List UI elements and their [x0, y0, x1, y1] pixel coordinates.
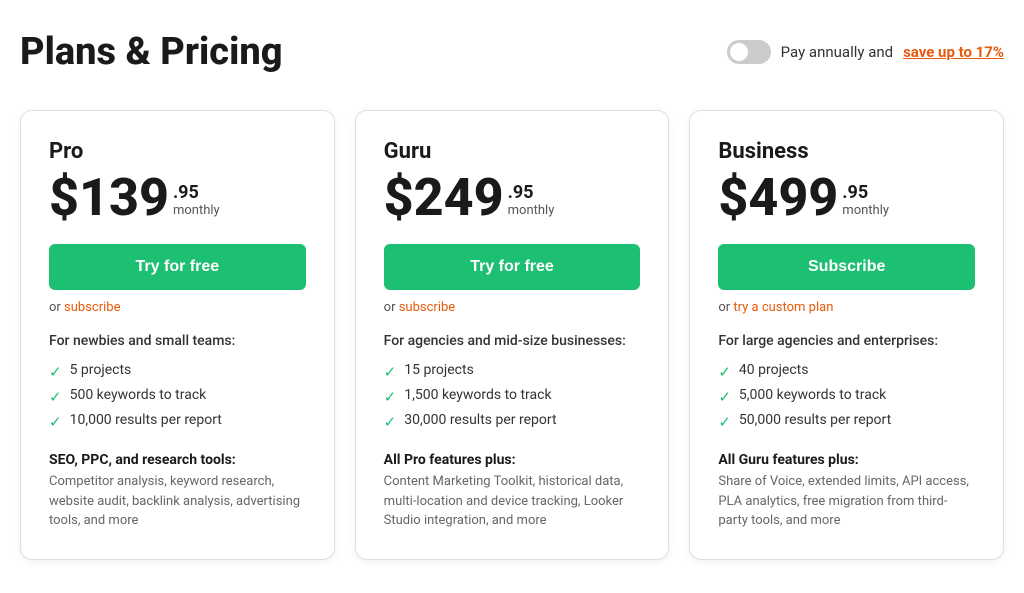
feature-list: ✓ 15 projects ✓ 1,500 keywords to track … [384, 359, 641, 434]
plan-price-row: $499 .95 monthly [718, 172, 975, 224]
feature-text: 15 projects [404, 362, 474, 378]
annual-billing-toggle[interactable] [727, 40, 771, 64]
check-icon: ✓ [49, 413, 62, 431]
plan-card-guru: Guru $249 .95 monthly Try for free or su… [355, 110, 670, 560]
cta-button[interactable]: Try for free [49, 244, 306, 290]
subscribe-link[interactable]: subscribe [64, 300, 120, 315]
price-cents: .95 [842, 182, 889, 203]
feature-item: ✓ 30,000 results per report [384, 409, 641, 434]
feature-text: 40 projects [739, 362, 809, 378]
section-label: SEO, PPC, and research tools: [49, 452, 306, 468]
price-cents: .95 [173, 182, 220, 203]
subscribe-link[interactable]: try a custom plan [733, 300, 833, 315]
section-detail: Content Marketing Toolkit, historical da… [384, 472, 641, 531]
price-cents-period: .95 monthly [842, 182, 889, 224]
check-icon: ✓ [49, 363, 62, 381]
feature-item: ✓ 5,000 keywords to track [718, 384, 975, 409]
feature-item: ✓ 10,000 results per report [49, 409, 306, 434]
plan-price-row: $139 .95 monthly [49, 172, 306, 224]
feature-list: ✓ 40 projects ✓ 5,000 keywords to track … [718, 359, 975, 434]
plan-card-pro: Pro $139 .95 monthly Try for free or sub… [20, 110, 335, 560]
feature-text: 5,000 keywords to track [739, 387, 886, 403]
or-line: or subscribe [384, 300, 641, 315]
subscribe-link[interactable]: subscribe [399, 300, 455, 315]
feature-text: 10,000 results per report [70, 412, 222, 428]
feature-item: ✓ 1,500 keywords to track [384, 384, 641, 409]
feature-text: 5 projects [70, 362, 132, 378]
page-title: Plans & Pricing [20, 30, 283, 74]
page-header: Plans & Pricing Pay annually and save up… [20, 30, 1004, 74]
plans-container: Pro $139 .95 monthly Try for free or sub… [20, 110, 1004, 560]
price-cents-period: .95 monthly [508, 182, 555, 224]
plan-name: Pro [49, 139, 306, 164]
check-icon: ✓ [718, 388, 731, 406]
feature-text: 1,500 keywords to track [404, 387, 551, 403]
feature-text: 30,000 results per report [404, 412, 556, 428]
check-icon: ✓ [384, 388, 397, 406]
feature-item: ✓ 500 keywords to track [49, 384, 306, 409]
feature-item: ✓ 15 projects [384, 359, 641, 384]
check-icon: ✓ [718, 413, 731, 431]
save-label: save up to 17% [903, 43, 1004, 61]
feature-text: 50,000 results per report [739, 412, 891, 428]
plan-description: For newbies and small teams: [49, 333, 306, 349]
price-amount: $499 [718, 172, 838, 224]
section-label: All Guru features plus: [718, 452, 975, 468]
billing-label: Pay annually and [781, 43, 893, 61]
cta-button[interactable]: Try for free [384, 244, 641, 290]
price-cents-period: .95 monthly [173, 182, 220, 224]
check-icon: ✓ [384, 413, 397, 431]
price-period: monthly [508, 203, 555, 218]
feature-item: ✓ 5 projects [49, 359, 306, 384]
price-period: monthly [842, 203, 889, 218]
plan-name: Business [718, 139, 975, 164]
billing-toggle-area: Pay annually and save up to 17% [727, 40, 1004, 64]
check-icon: ✓ [384, 363, 397, 381]
feature-text: 500 keywords to track [70, 387, 207, 403]
price-cents: .95 [508, 182, 555, 203]
or-line: or subscribe [49, 300, 306, 315]
cta-button[interactable]: Subscribe [718, 244, 975, 290]
section-label: All Pro features plus: [384, 452, 641, 468]
plan-description: For large agencies and enterprises: [718, 333, 975, 349]
check-icon: ✓ [49, 388, 62, 406]
price-amount: $139 [49, 172, 169, 224]
section-detail: Share of Voice, extended limits, API acc… [718, 472, 975, 531]
feature-item: ✓ 50,000 results per report [718, 409, 975, 434]
or-line: or try a custom plan [718, 300, 975, 315]
feature-item: ✓ 40 projects [718, 359, 975, 384]
plan-price-row: $249 .95 monthly [384, 172, 641, 224]
price-period: monthly [173, 203, 220, 218]
check-icon: ✓ [718, 363, 731, 381]
plan-name: Guru [384, 139, 641, 164]
section-detail: Competitor analysis, keyword research, w… [49, 472, 306, 531]
plan-card-business: Business $499 .95 monthly Subscribe or t… [689, 110, 1004, 560]
plan-description: For agencies and mid-size businesses: [384, 333, 641, 349]
price-amount: $249 [384, 172, 504, 224]
feature-list: ✓ 5 projects ✓ 500 keywords to track ✓ 1… [49, 359, 306, 434]
